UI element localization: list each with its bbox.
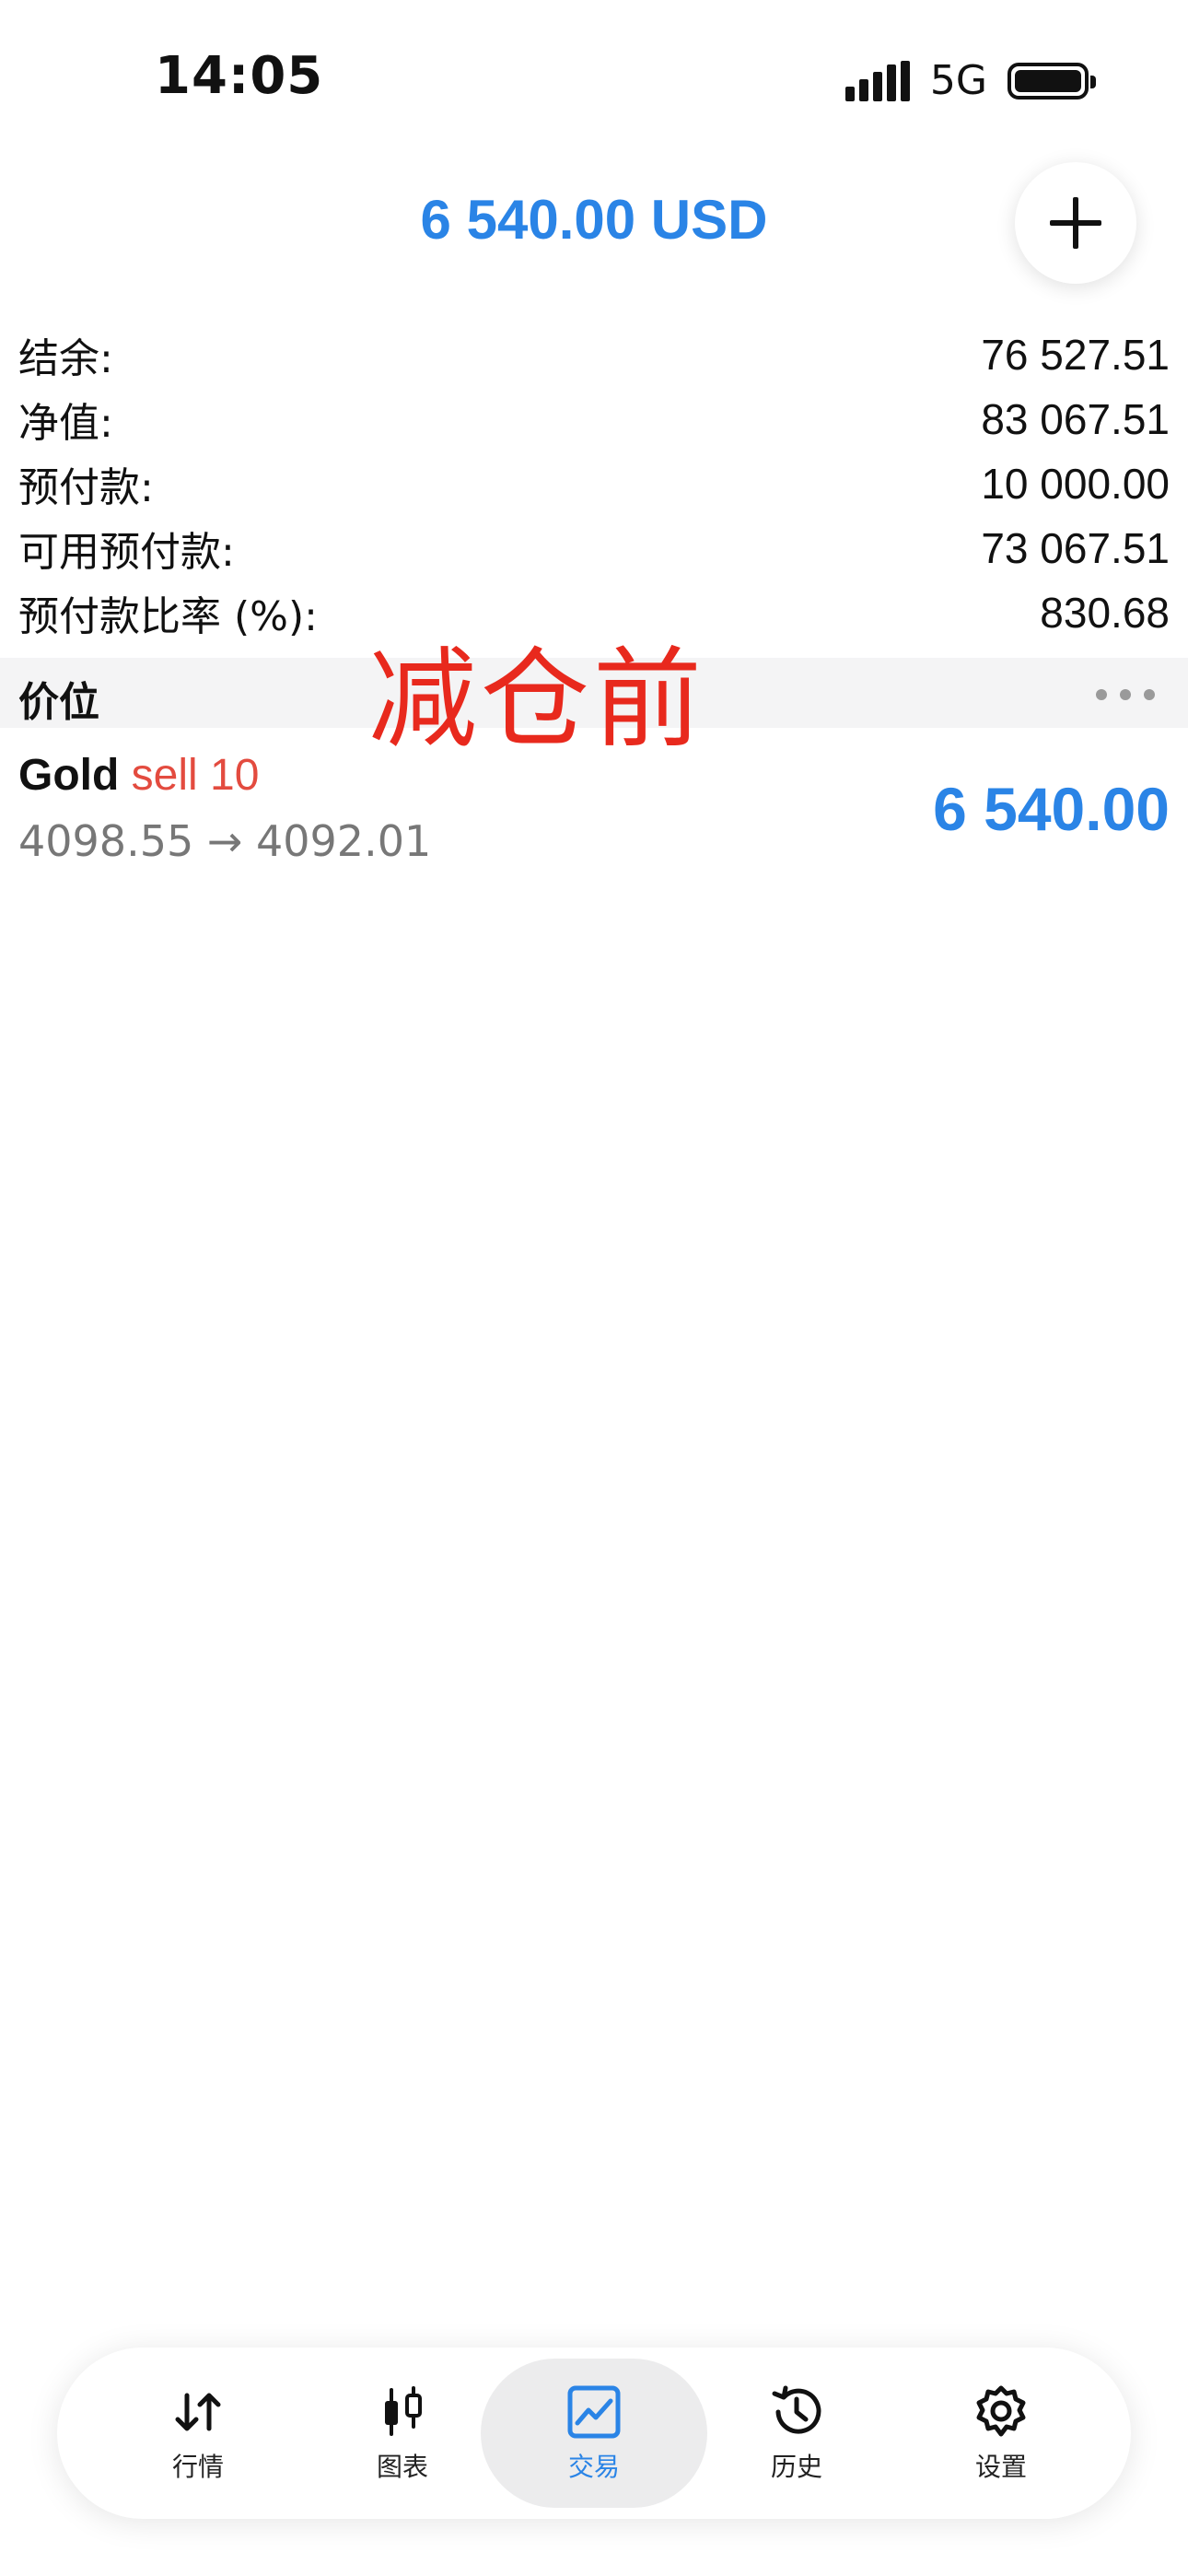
nav-item-history[interactable]: 历史 (683, 2359, 910, 2508)
network-label: 5G (929, 57, 987, 104)
summary-row-margin: 预付款: 10 000.00 (18, 451, 1170, 516)
nav-item-trade[interactable]: 交易 (481, 2359, 707, 2508)
summary-label: 预付款比率 (%): (18, 593, 318, 640)
section-title: 价位 (18, 679, 99, 726)
trade-screen: 14:05 5G 6 540.00 USD 结余: 76 527.51 净值: … (0, 0, 1188, 2576)
status-time: 14:05 (155, 46, 324, 106)
nav-label: 设置 (974, 2452, 1027, 2482)
bottom-nav: 行情 图表 交易 历史 设置 (57, 2348, 1131, 2519)
nav-label: 历史 (770, 2452, 822, 2482)
candlestick-chart-icon (385, 2386, 422, 2436)
signal-icon (844, 60, 910, 101)
nav-item-settings[interactable]: 设置 (888, 2359, 1114, 2508)
trade-line-chart-icon (567, 2385, 621, 2439)
status-bar: 14:05 5G (0, 0, 1188, 157)
summary-label: 净值: (18, 400, 113, 447)
summary-label: 结余: (18, 335, 113, 382)
position-profit: 6 540.00 (933, 775, 1170, 843)
settings-gear-icon (976, 2385, 1026, 2437)
nav-label: 交易 (567, 2452, 620, 2482)
summary-value: 10 000.00 (981, 460, 1170, 508)
summary-value: 73 067.51 (981, 524, 1170, 572)
history-clock-icon (772, 2385, 821, 2434)
summary-row-free-margin: 可用预付款: 73 067.51 (18, 516, 1170, 580)
summary-row-equity: 净值: 83 067.51 (18, 387, 1170, 451)
position-side: sell 10 (131, 751, 260, 800)
summary-value: 830.68 (1040, 589, 1170, 637)
plus-icon (1050, 197, 1101, 249)
battery-icon (1007, 62, 1096, 100)
summary-row-balance: 结余: 76 527.51 (18, 322, 1170, 387)
nav-label: 图表 (376, 2452, 428, 2482)
summary-label: 可用预付款: (18, 529, 235, 576)
position-row[interactable]: Gold sell 10 4098.55 → 4092.01 6 540.00 (0, 737, 1188, 894)
summary-value: 83 067.51 (981, 395, 1170, 443)
summary-label: 预付款: (18, 464, 154, 511)
position-prices: 4098.55 → 4092.01 (18, 816, 432, 866)
symbol-name: Gold (18, 751, 120, 800)
position-symbol: Gold sell 10 (18, 750, 259, 801)
more-dots-icon[interactable] (1096, 689, 1155, 700)
quotes-arrows-icon (175, 2393, 221, 2431)
summary-value: 76 527.51 (981, 331, 1170, 379)
header: 6 540.00 USD (0, 157, 1188, 295)
new-order-button[interactable] (1015, 162, 1136, 284)
account-summary: 结余: 76 527.51 净值: 83 067.51 预付款: 10 000.… (18, 322, 1170, 645)
nav-item-quotes[interactable]: 行情 (85, 2359, 311, 2508)
status-indicators: 5G (844, 57, 1096, 104)
profit-total-title: 6 540.00 USD (420, 189, 768, 251)
nav-label: 行情 (171, 2452, 224, 2482)
